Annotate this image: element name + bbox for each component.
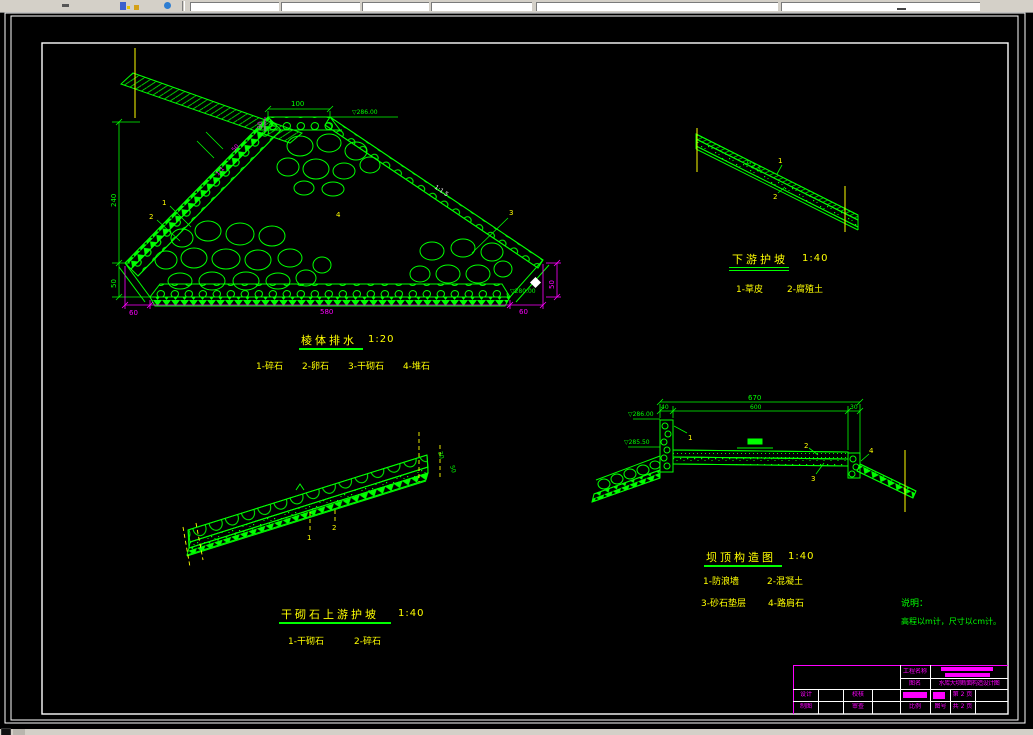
legend-item: 2-碎石 [353,637,381,647]
dim-crest-thick: 50 [257,121,264,129]
white-diamond-marker [530,277,541,288]
legend-item: 1-草皮 [736,285,763,295]
legend-item: 2-混凝土 [766,577,803,587]
dim-bottom-center: 580 [320,308,333,316]
upstream-title-underline [279,622,391,624]
prism-scale: 1:20 [368,334,395,345]
prism-drainage-drawing: 240 50 100 ▽286.00 ▽280.00 60 580 60 50 … [110,48,561,317]
downstream-underline-1 [729,267,789,268]
dim-bottom-right: 60 [519,308,528,316]
tb-project-value-bar [941,667,993,671]
downstream-underline-2 [729,270,789,271]
upstream-legend: 1-干砌石 2-碎石 [288,634,381,647]
tb-name-label: 图名 [908,680,921,687]
dim-right-side: 50 [548,280,556,289]
dim-right: 30 [850,404,858,411]
legend-item: 2-腐殖土 [786,285,823,295]
legend-item: 1-碎石 [256,362,283,372]
bottom-strip [0,728,1033,735]
elev-crest: ▽286.00 [352,109,378,116]
tb-review-label: 审查 [851,703,864,710]
upstream-scale: 1:40 [398,608,425,619]
tb-project-label: 工程名称 [902,668,927,675]
tb-draft-label: 制图 [799,703,812,710]
tb-grid [818,689,819,714]
legend-item: 3-砂石垫层 [701,599,746,609]
tb-grid [872,689,873,714]
dim-crest-width: 100 [291,100,304,108]
callout-4: 4 [869,447,874,455]
elev-road: ▽285.50 [624,439,650,446]
tb-project-value-bar2 [945,673,990,677]
elev-toe: ▽280.00 [510,288,536,295]
prism-title-underline [299,348,363,350]
tb-pages: 共 2 页 [952,703,973,710]
dim-left-lower: 50 [110,279,118,288]
dim-height: 240 [110,194,118,207]
sheet-frame [4,12,1026,724]
callout-2: 2 [773,193,777,201]
tb-grid [900,678,1008,679]
callout-4: 4 [336,211,341,219]
legend-item: 4-堆石 [402,362,430,372]
bottom-fragment [13,729,25,735]
callout-2: 2 [804,442,808,450]
crest-structure-drawing: 670 40 600 30 ▽286.00 ▽285.50 1 2 3 4 [591,394,917,512]
tb-no-label: 图号 [934,703,947,710]
callout-3: 3 [811,475,815,483]
crest-title-underline [704,565,782,567]
drawing-canvas[interactable]: 240 50 100 ▽286.00 ▽280.00 60 580 60 50 … [0,0,1033,735]
callout-1: 1 [307,534,311,542]
prism-legend: 1-碎石 2-卵石 3-干砌石 4-堆石 [256,359,430,372]
callout-1: 1 [162,199,166,207]
downstream-slope-drawing: 1:2.5 1 2 [695,128,859,232]
dim-a: 30 [436,450,445,460]
downstream-title: 下游护坡 [732,253,788,266]
legend-item: 1-干砌石 [288,637,324,647]
elev-wall: ▽286.00 [628,411,654,418]
notes-heading: 说明： [901,599,929,609]
downstream-scale: 1:40 [802,253,829,264]
legend-item: 3-干砌石 [347,362,384,372]
dim-total: 670 [748,394,761,402]
downstream-legend: 1-草皮 2-腐殖土 [736,282,823,295]
upstream-slope-drawing: 30 50 1 2 [182,432,457,568]
callout-2: 2 [332,524,336,532]
tb-page: 第 2 页 [952,691,973,698]
callout-1: 1 [688,434,692,442]
tb-design-label: 设计 [799,691,812,698]
dim-b: 50 [448,464,457,474]
tb-scale-label: 比例 [908,703,921,710]
tb-drawing-name: 水库大坝断面构造设计图 [938,680,1000,687]
crest-title: 坝顶构造图 [706,551,776,564]
crest-legend-row2: 3-砂石垫层 4-路肩石 [701,596,804,609]
crest-scale: 1:40 [788,551,815,562]
tb-grid [975,689,976,714]
callout-1: 1 [778,157,782,165]
callout-3: 3 [509,209,513,217]
dim-mid: 600 [750,404,762,411]
dim-bottom-left: 60 [129,309,138,317]
crest-legend-row1: 1-防浪墙 2-混凝土 [703,574,803,587]
bottom-icon[interactable] [1,728,11,735]
tb-check-label: 校核 [851,691,864,698]
legend-item: 4-路肩石 [767,599,804,609]
callout-2: 2 [149,213,153,221]
upstream-title: 干砌石上游护坡 [281,608,379,621]
notes-line1: 高程以m计，尺寸以cm计。 [901,617,1001,626]
dim-left: 40 [661,404,669,411]
legend-item: 1-防浪墙 [703,577,739,587]
prism-title: 棱体排水 [301,334,357,347]
tb-value-box [933,692,945,699]
legend-item: 2-卵石 [301,362,329,372]
tb-value-bar [903,692,927,698]
